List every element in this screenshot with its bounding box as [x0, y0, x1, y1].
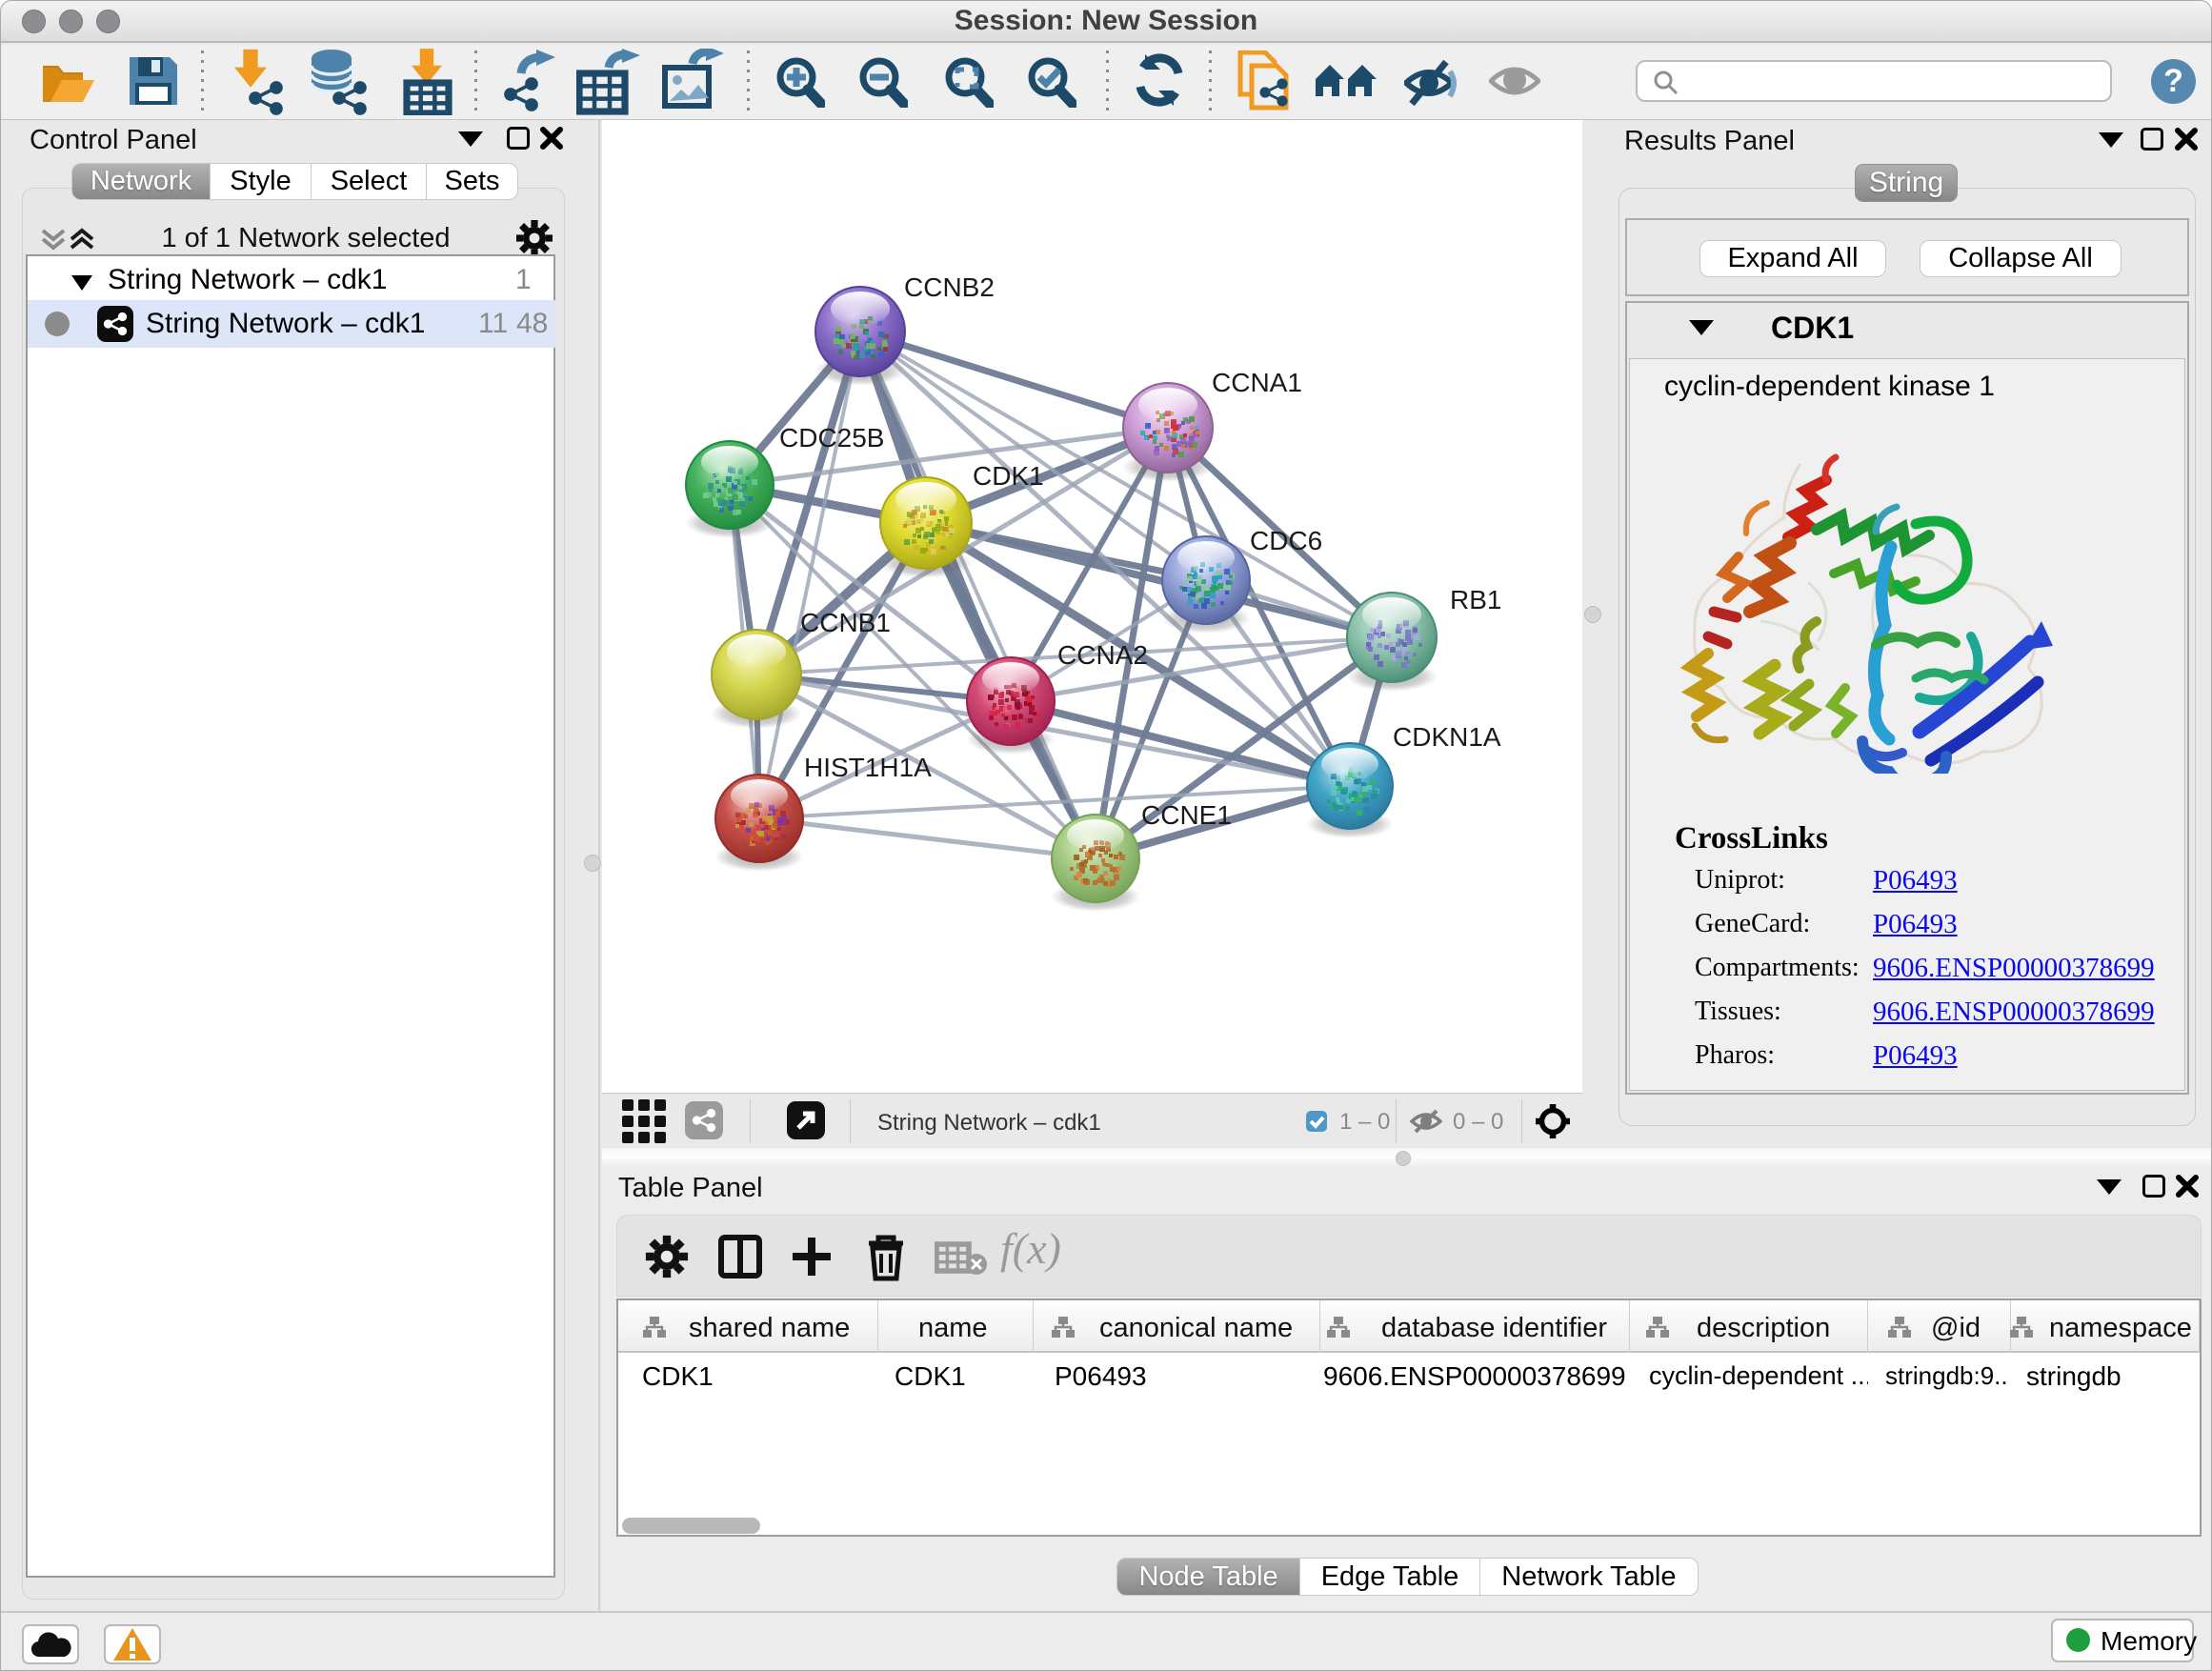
svg-text:CDC6: CDC6 [1250, 526, 1322, 555]
svg-text:CDK1: CDK1 [973, 461, 1044, 491]
svg-text:CCNB2: CCNB2 [904, 272, 995, 302]
svg-text:CDC25B: CDC25B [779, 423, 884, 453]
svg-text:CCNA2: CCNA2 [1057, 640, 1148, 670]
svg-text:CCNB1: CCNB1 [800, 608, 891, 637]
svg-text:RB1: RB1 [1450, 585, 1501, 614]
svg-text:CCNA1: CCNA1 [1212, 368, 1302, 397]
svg-text:HIST1H1A: HIST1H1A [804, 753, 932, 782]
svg-text:CDKN1A: CDKN1A [1393, 722, 1501, 752]
svg-text:CCNE1: CCNE1 [1141, 800, 1232, 830]
